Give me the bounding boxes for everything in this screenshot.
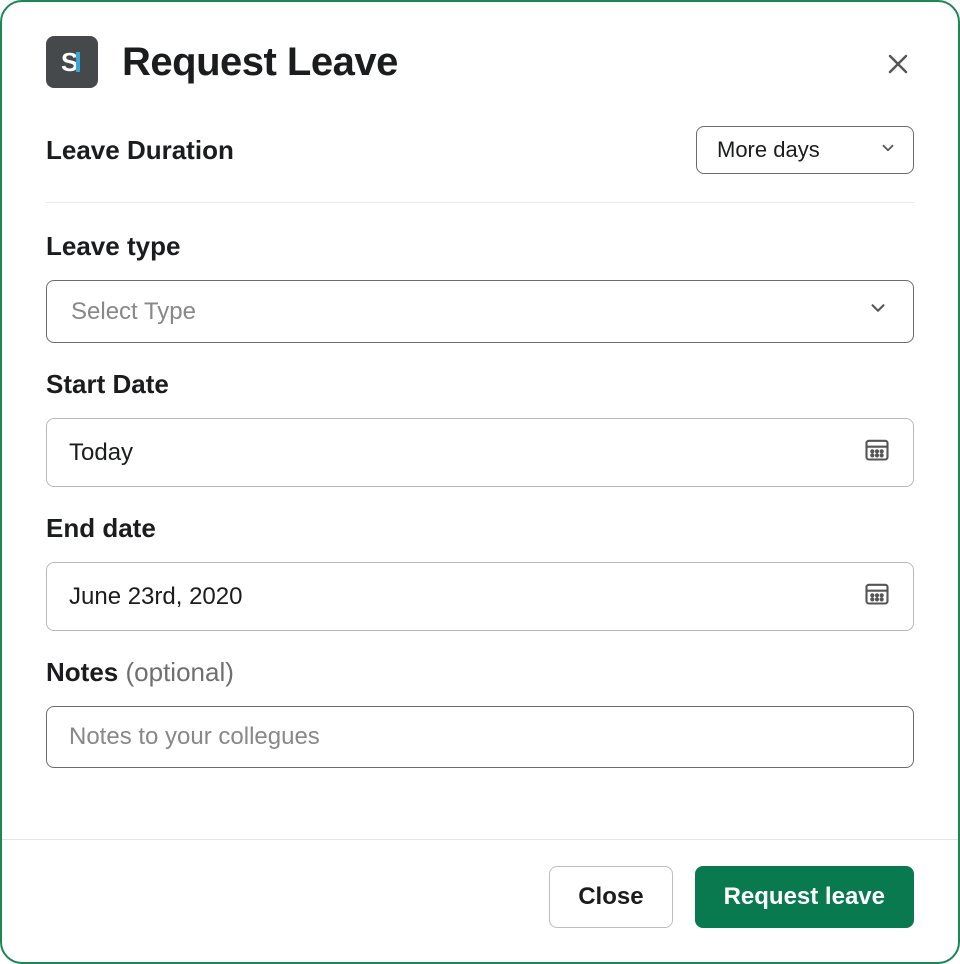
end-date-label: End date [46,513,914,544]
leave-type-placeholder: Select Type [71,298,196,326]
request-leave-button[interactable]: Request leave [695,866,914,928]
modal-body: Leave Duration More days Leave type Sele… [2,110,958,839]
leave-duration-row: Leave Duration More days [46,120,914,203]
modal-title: Request Leave [122,40,398,85]
leave-duration-value: More days [717,137,820,163]
leave-type-label: Leave type [46,231,914,262]
app-icon: S [46,36,98,88]
notes-label: Notes (optional) [46,657,914,688]
end-date-value: June 23rd, 2020 [69,583,242,611]
leave-duration-label: Leave Duration [46,135,234,166]
chevron-down-icon [867,297,889,326]
svg-text:S: S [61,47,78,77]
start-date-field: Start Date Today [46,369,914,487]
end-date-field: End date June 23rd, 2020 [46,513,914,631]
close-button[interactable]: Close [549,866,672,928]
calendar-icon [863,435,891,470]
notes-label-text: Notes [46,657,118,687]
start-date-label: Start Date [46,369,914,400]
modal-header: S Request Leave [2,2,958,110]
calendar-icon [863,579,891,614]
notes-optional-text: (optional) [125,657,233,687]
leave-type-select[interactable]: Select Type [46,280,914,343]
end-date-input[interactable]: June 23rd, 2020 [46,562,914,631]
chevron-down-icon [879,137,897,163]
close-icon[interactable] [882,48,914,80]
notes-input[interactable] [46,706,914,768]
start-date-value: Today [69,439,133,467]
leave-type-field: Leave type Select Type [46,231,914,343]
request-leave-modal: S Request Leave Leave Duration More days… [0,0,960,964]
leave-duration-select[interactable]: More days [696,126,914,174]
notes-field: Notes (optional) [46,657,914,768]
modal-footer: Close Request leave [2,839,958,962]
start-date-input[interactable]: Today [46,418,914,487]
